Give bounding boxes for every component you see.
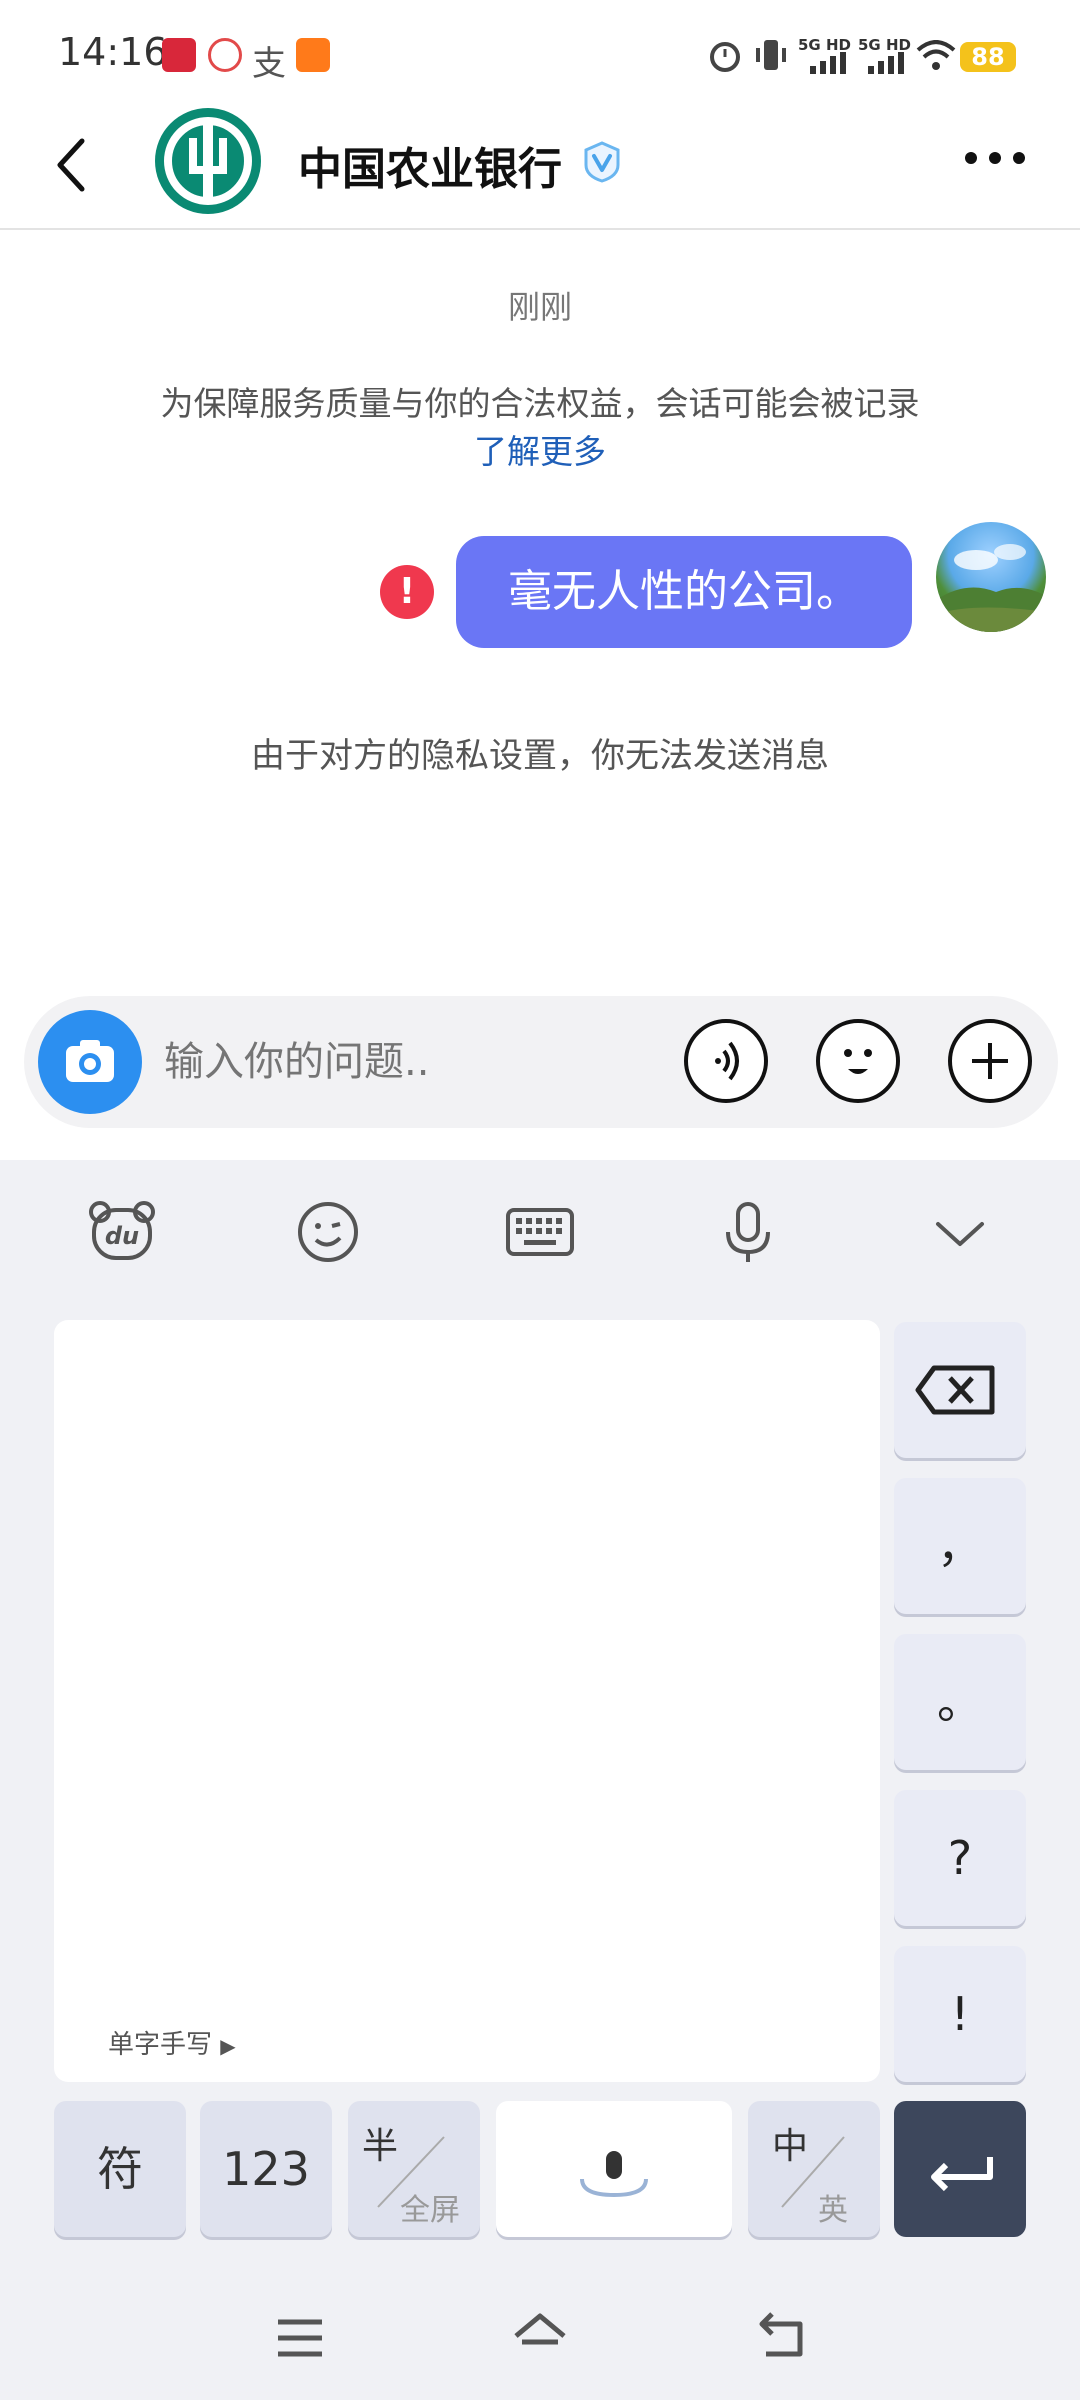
home-icon[interactable] [510, 2308, 570, 2364]
handwriting-mode-label: 单字手写 [108, 2030, 213, 2060]
page-title: 中国农业银行 [298, 144, 562, 195]
app-notification-icon [162, 38, 196, 72]
emoji-button[interactable] [816, 1019, 900, 1103]
plus-icon [972, 1043, 1008, 1079]
smiley-icon [844, 1049, 872, 1074]
vibrate-icon [756, 40, 786, 70]
user-avatar[interactable] [936, 522, 1046, 632]
backspace-icon [915, 1365, 995, 1415]
comma-key[interactable]: ， [894, 1478, 1026, 1614]
menu-icon[interactable] [274, 2314, 326, 2362]
half-full-width-key[interactable]: 半 全屏 [348, 2101, 480, 2237]
message-input[interactable] [164, 1032, 644, 1092]
camera-button[interactable] [38, 1010, 142, 1114]
learn-more-link[interactable]: 了解更多 [474, 432, 606, 471]
message-timestamp: 刚刚 [507, 288, 572, 326]
add-button[interactable] [948, 1019, 1032, 1103]
numbers-key[interactable]: 123 [200, 2101, 332, 2237]
recording-notice-text: 为保障服务质量与你的合法权益，会话可能会被记录 [160, 384, 920, 423]
send-failed-icon[interactable]: ! [380, 565, 434, 619]
wifi-icon [916, 40, 956, 70]
period-key[interactable]: 。 [894, 1634, 1026, 1770]
enter-icon [931, 2157, 993, 2192]
map-notification-icon [208, 38, 242, 72]
recording-notice: 为保障服务质量与你的合法权益，会话可能会被记录 了解更多 [140, 380, 940, 476]
agricultural-bank-logo-icon [164, 117, 252, 205]
emoticon-icon[interactable] [292, 1196, 364, 1268]
english-label: 英 [818, 2193, 848, 2228]
bank-logo[interactable] [155, 108, 261, 214]
collapse-keyboard-icon[interactable] [924, 1196, 996, 1268]
diagonal-divider [781, 2136, 845, 2208]
exclamation-key[interactable]: ! [894, 1946, 1026, 2082]
back-icon[interactable] [52, 125, 92, 205]
backspace-key[interactable] [894, 1322, 1026, 1458]
voice-button[interactable] [684, 1019, 768, 1103]
privacy-system-message: 由于对方的隐私设置，你无法发送消息 [251, 736, 829, 776]
question-key[interactable]: ? [894, 1790, 1026, 1926]
enter-key[interactable] [894, 2101, 1026, 2237]
language-switch-key[interactable]: 中 英 [748, 2101, 880, 2237]
verified-icon [584, 141, 620, 183]
microphone-icon[interactable] [712, 1196, 784, 1268]
status-time: 14:16 [58, 30, 168, 74]
du-bear-icon[interactable]: du [86, 1196, 158, 1268]
taobao-notification-icon [296, 38, 330, 72]
message-bubble[interactable]: 毫无人性的公司。 [456, 536, 912, 648]
back-nav-icon[interactable] [752, 2308, 808, 2364]
full-screen-label: 全屏 [400, 2193, 460, 2228]
handwriting-area[interactable] [54, 1320, 880, 2082]
alarm-icon [710, 42, 740, 72]
space-key[interactable] [496, 2101, 732, 2237]
keyboard-icon[interactable] [504, 1196, 576, 1268]
handwriting-mode-toggle[interactable]: 单字手写 ▶ [108, 2024, 236, 2061]
camera-icon [66, 1040, 114, 1082]
space-voice-icon [580, 2151, 648, 2198]
svg-text:du: du [105, 1222, 139, 1250]
alipay-notification-icon: 支 [252, 44, 286, 84]
signal-icon [868, 52, 904, 74]
symbols-key[interactable]: 符 [54, 2101, 186, 2237]
more-options-icon[interactable] [962, 148, 1028, 168]
landscape-avatar-icon [936, 544, 1046, 632]
battery-indicator: 88 [960, 42, 1016, 72]
triangle-right-icon: ▶ [220, 2034, 236, 2058]
signal-icon [810, 52, 846, 74]
voice-wave-icon [715, 1041, 739, 1081]
